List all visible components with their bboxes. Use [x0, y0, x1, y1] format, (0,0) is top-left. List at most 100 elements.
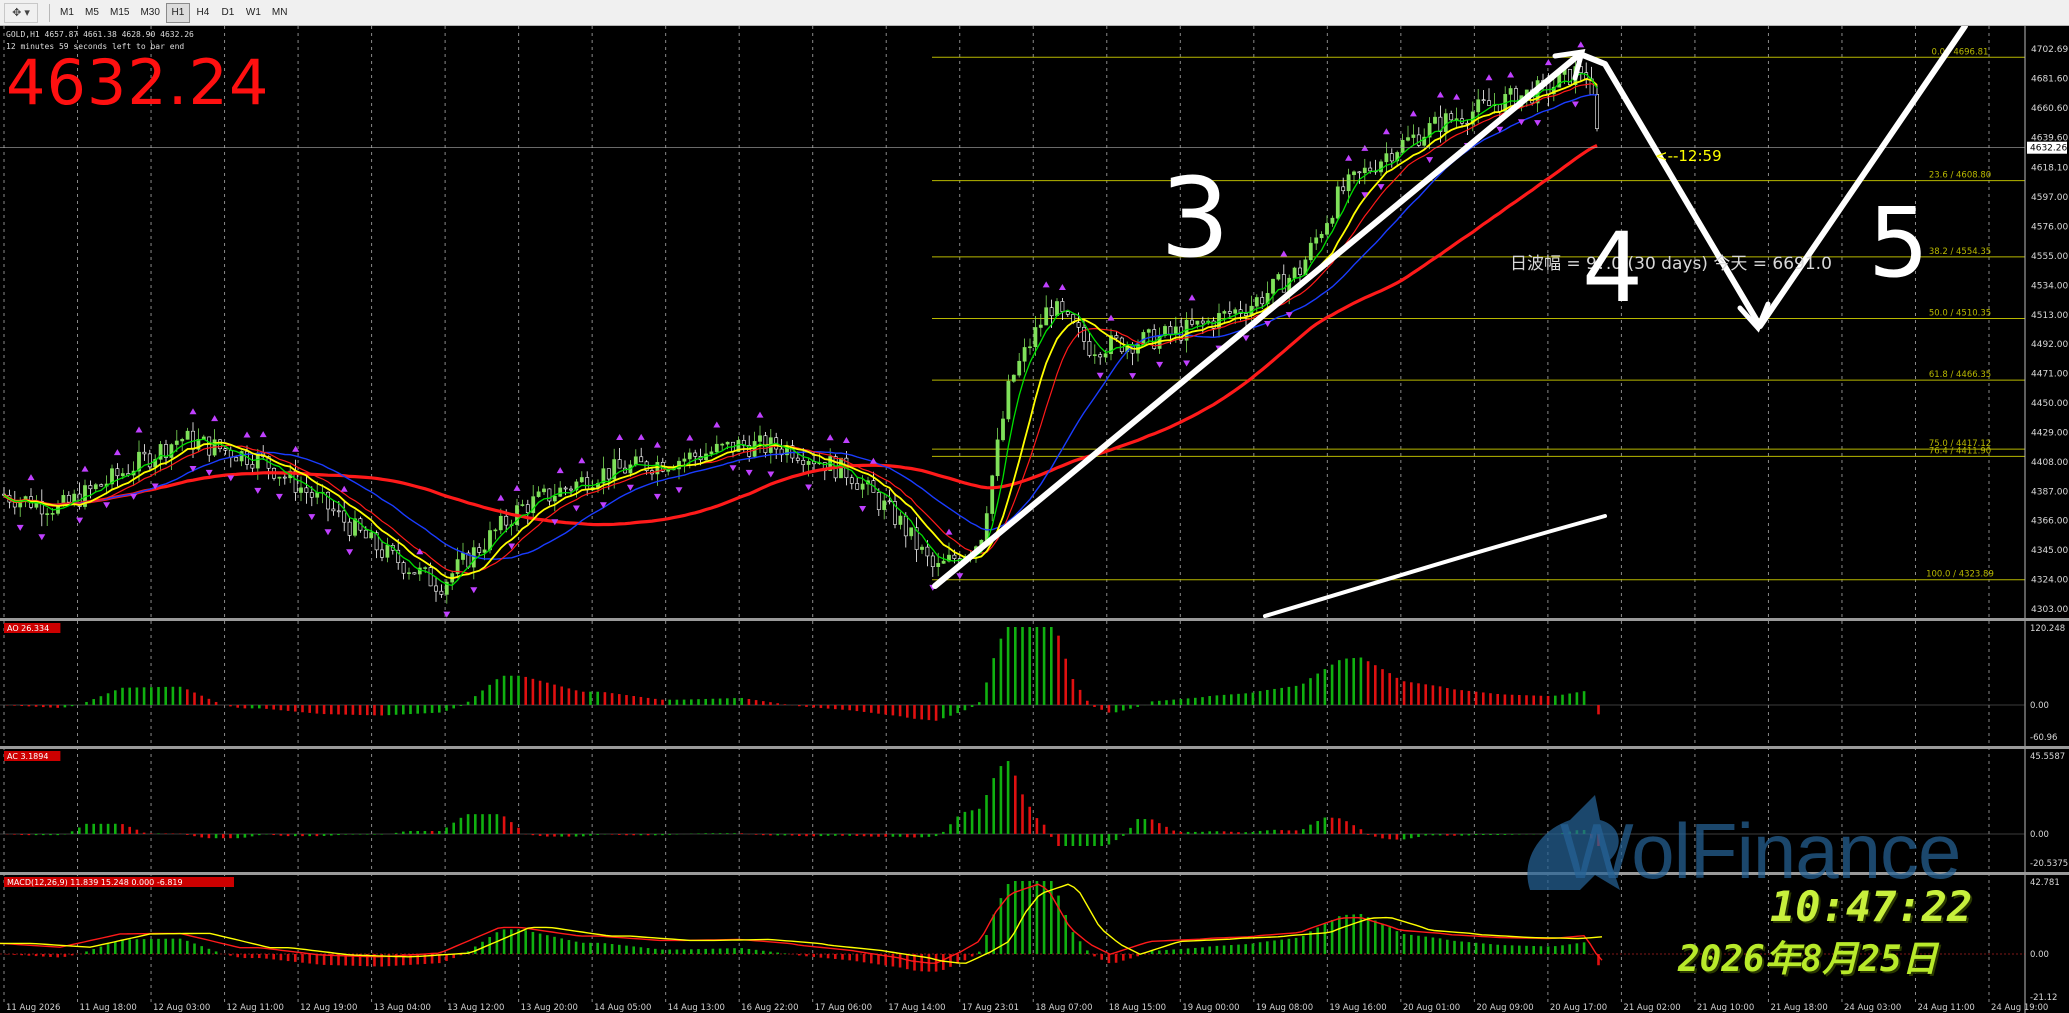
ac-histogram-bar: [193, 834, 196, 837]
ao-histogram-bar: [740, 697, 743, 705]
crosshair-tool-dropdown[interactable]: ✥ ▾: [4, 2, 38, 23]
ac-histogram-bar: [733, 833, 736, 834]
macd-histogram-bar: [186, 940, 189, 954]
ao-histogram-bar: [574, 690, 578, 705]
timeframe-m15[interactable]: M15: [105, 3, 134, 23]
ao-histogram-bar: [913, 705, 916, 719]
macd-histogram-bar: [733, 948, 736, 954]
ao-histogram-bar: [538, 680, 542, 705]
ao-histogram-bar: [236, 705, 239, 708]
ao-histogram-bar: [70, 705, 74, 707]
macd-histogram-bar: [1071, 932, 1075, 954]
ao-histogram-bar: [970, 705, 974, 708]
price-tick-label: 4429.00: [2031, 428, 2068, 438]
macd-histogram-bar: [178, 938, 182, 954]
macd-histogram-bar: [747, 948, 751, 954]
ac-histogram-bar: [704, 833, 707, 834]
ac-histogram-bar: [654, 834, 657, 836]
ac-histogram-bar: [258, 834, 261, 836]
ao-histogram-bar: [164, 686, 167, 705]
ac-histogram-bar: [769, 834, 772, 836]
macd-histogram-bar: [812, 954, 815, 957]
macd-axis-zero: 0.00: [2030, 950, 2049, 960]
macd-histogram-bar: [114, 941, 117, 954]
candle-body: [1341, 186, 1346, 192]
timeframe-d1[interactable]: D1: [216, 3, 240, 23]
candle-body: [1190, 319, 1194, 325]
macd-histogram-bar: [85, 951, 88, 954]
ac-histogram-bar: [574, 834, 578, 837]
timeframe-h1[interactable]: H1: [165, 2, 190, 23]
macd-histogram-bar: [1525, 945, 1528, 954]
timeframe-w1[interactable]: W1: [241, 3, 266, 23]
candle-body: [1508, 88, 1513, 95]
candle-body: [493, 529, 498, 532]
candle-body: [1011, 374, 1016, 382]
ao-histogram-bar: [1460, 690, 1463, 705]
macd-histogram-bar: [697, 949, 700, 954]
timeframe-m30[interactable]: M30: [135, 3, 164, 23]
ao-histogram-bar: [1172, 699, 1175, 705]
ac-histogram-bar: [49, 834, 52, 836]
candle-body: [498, 515, 503, 531]
candle-body: [639, 456, 644, 463]
ac-histogram-bar: [1359, 829, 1363, 834]
ao-label: AO 26.334: [7, 624, 49, 633]
macd-histogram-bar: [1179, 948, 1183, 954]
candle-body: [585, 477, 590, 491]
ao-histogram-bar: [733, 698, 736, 705]
timeframe-m5[interactable]: M5: [80, 3, 104, 23]
ac-histogram-bar: [812, 834, 815, 837]
time-tick-label: 19 Aug 00:00: [1182, 1003, 1239, 1013]
ac-histogram-bar: [416, 831, 419, 834]
candle-body: [147, 453, 152, 468]
ao-histogram-bar: [1561, 694, 1564, 705]
macd-histogram-bar: [546, 935, 549, 954]
ac-histogram-bar: [596, 834, 599, 835]
ao-histogram-bar: [618, 694, 621, 705]
ac-histogram-bar: [1143, 819, 1147, 834]
macd-histogram-bar: [27, 954, 31, 956]
ac-histogram-bar: [114, 823, 117, 834]
ao-histogram-bar: [1554, 695, 1557, 705]
ac-histogram-bar: [380, 834, 383, 835]
timeframe-mn[interactable]: MN: [267, 3, 293, 23]
macd-histogram-bar: [603, 943, 607, 954]
ac-histogram-bar: [157, 833, 160, 834]
ac-histogram-bar: [1410, 834, 1413, 839]
macd-histogram-bar: [1546, 946, 1550, 954]
candle-body: [1357, 171, 1362, 174]
ao-histogram-bar: [1431, 685, 1435, 705]
ac-histogram-bar: [1503, 834, 1507, 835]
ac-histogram-bar: [330, 834, 333, 836]
macd-histogram-bar: [711, 948, 715, 954]
macd-histogram-bar: [870, 954, 873, 964]
macd-histogram-bar: [906, 954, 909, 970]
candle-body: [180, 439, 185, 442]
ac-histogram-bar: [1518, 834, 1521, 835]
ao-histogram-bar: [99, 696, 103, 705]
ao-histogram-bar: [1057, 635, 1060, 705]
macd-histogram-bar: [970, 954, 974, 957]
crosshair-cursor-icon: ✥ ▾: [12, 7, 30, 19]
ac-histogram-bar: [877, 834, 880, 837]
timeframe-m1[interactable]: M1: [55, 3, 79, 23]
macd-histogram-bar: [661, 949, 664, 954]
time-tick-label: 24 Aug 03:00: [1844, 1003, 1901, 1013]
ac-histogram-bar: [13, 834, 16, 835]
ao-histogram-bar: [1568, 693, 1571, 705]
candle-body: [277, 476, 282, 479]
macd-histogram-bar: [150, 938, 153, 954]
ac-histogram-bar: [445, 827, 448, 834]
ac-histogram-bar: [891, 834, 895, 837]
macd-histogram-bar: [1496, 944, 1499, 954]
price-tick-label: 4324.00: [2031, 576, 2068, 586]
timeframe-h4[interactable]: H4: [191, 3, 215, 23]
ao-histogram-bar: [387, 705, 391, 716]
ac-histogram-bar: [1050, 834, 1053, 837]
ao-histogram-bar: [646, 697, 650, 705]
candle-body: [1092, 354, 1097, 356]
candle-body: [93, 484, 98, 490]
ao-histogram-bar: [1532, 695, 1535, 705]
wave-label-4: 4: [1582, 212, 1643, 324]
